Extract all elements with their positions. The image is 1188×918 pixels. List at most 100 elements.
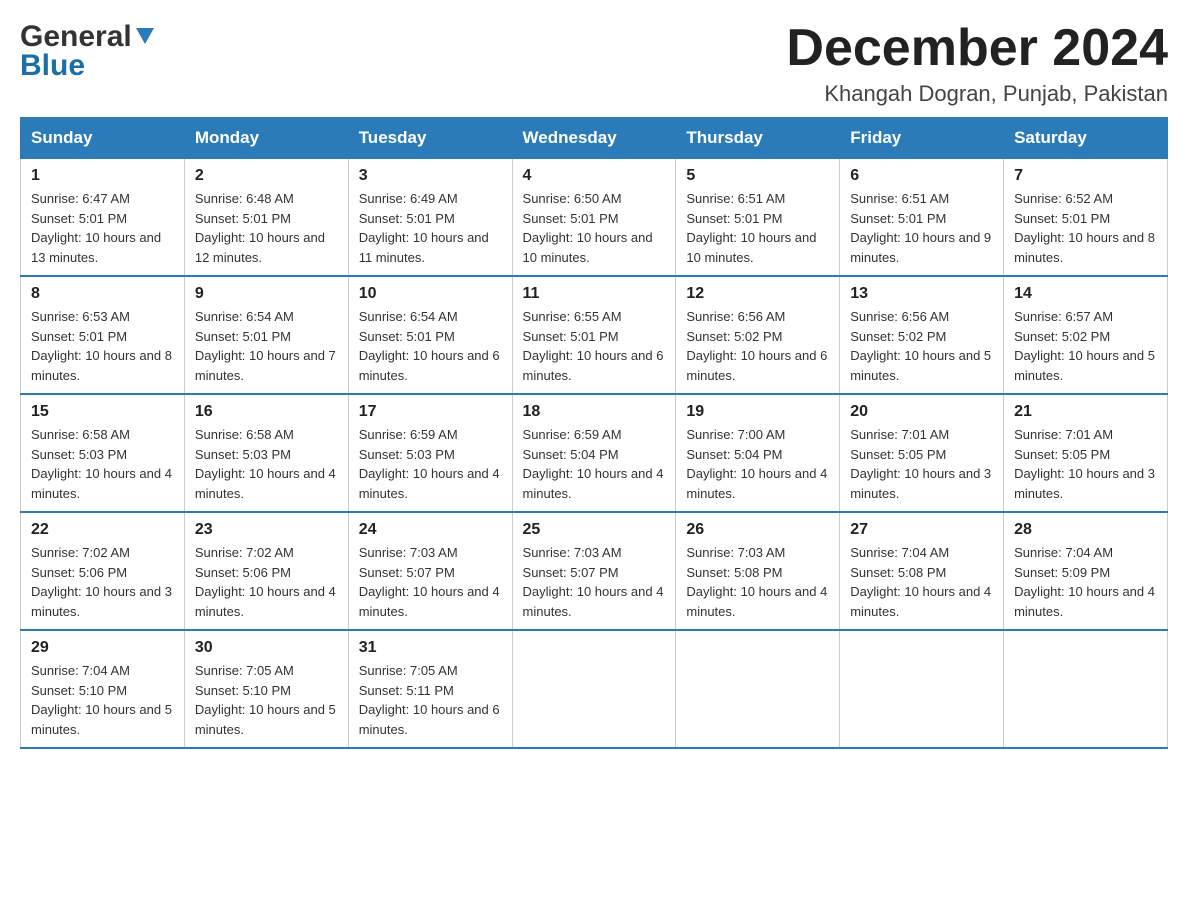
day-info: Sunrise: 6:48 AM Sunset: 5:01 PM Dayligh… xyxy=(195,189,338,267)
day-number: 31 xyxy=(359,639,502,657)
header-saturday: Saturday xyxy=(1004,118,1168,159)
title-block: December 2024 Khangah Dogran, Punjab, Pa… xyxy=(786,20,1168,107)
day-number: 30 xyxy=(195,639,338,657)
day-info: Sunrise: 6:53 AM Sunset: 5:01 PM Dayligh… xyxy=(31,307,174,385)
day-info: Sunrise: 6:57 AM Sunset: 5:02 PM Dayligh… xyxy=(1014,307,1157,385)
calendar-week-row: 1 Sunrise: 6:47 AM Sunset: 5:01 PM Dayli… xyxy=(21,159,1168,277)
day-info: Sunrise: 6:54 AM Sunset: 5:01 PM Dayligh… xyxy=(359,307,502,385)
calendar-cell: 30 Sunrise: 7:05 AM Sunset: 5:10 PM Dayl… xyxy=(184,630,348,748)
header-sunday: Sunday xyxy=(21,118,185,159)
day-info: Sunrise: 7:04 AM Sunset: 5:09 PM Dayligh… xyxy=(1014,543,1157,621)
calendar-cell: 5 Sunrise: 6:51 AM Sunset: 5:01 PM Dayli… xyxy=(676,159,840,277)
day-number: 27 xyxy=(850,521,993,539)
day-info: Sunrise: 6:56 AM Sunset: 5:02 PM Dayligh… xyxy=(850,307,993,385)
calendar-cell xyxy=(840,630,1004,748)
day-number: 23 xyxy=(195,521,338,539)
calendar-week-row: 22 Sunrise: 7:02 AM Sunset: 5:06 PM Dayl… xyxy=(21,512,1168,630)
day-info: Sunrise: 6:59 AM Sunset: 5:03 PM Dayligh… xyxy=(359,425,502,503)
day-number: 17 xyxy=(359,403,502,421)
calendar-cell xyxy=(512,630,676,748)
day-number: 25 xyxy=(523,521,666,539)
day-info: Sunrise: 7:02 AM Sunset: 5:06 PM Dayligh… xyxy=(195,543,338,621)
day-info: Sunrise: 6:59 AM Sunset: 5:04 PM Dayligh… xyxy=(523,425,666,503)
day-number: 3 xyxy=(359,167,502,185)
day-info: Sunrise: 6:56 AM Sunset: 5:02 PM Dayligh… xyxy=(686,307,829,385)
calendar-cell: 28 Sunrise: 7:04 AM Sunset: 5:09 PM Dayl… xyxy=(1004,512,1168,630)
calendar-cell: 17 Sunrise: 6:59 AM Sunset: 5:03 PM Dayl… xyxy=(348,394,512,512)
day-info: Sunrise: 7:03 AM Sunset: 5:07 PM Dayligh… xyxy=(359,543,502,621)
calendar-cell: 25 Sunrise: 7:03 AM Sunset: 5:07 PM Dayl… xyxy=(512,512,676,630)
calendar-cell: 19 Sunrise: 7:00 AM Sunset: 5:04 PM Dayl… xyxy=(676,394,840,512)
calendar-body: 1 Sunrise: 6:47 AM Sunset: 5:01 PM Dayli… xyxy=(21,159,1168,749)
calendar-cell: 4 Sunrise: 6:50 AM Sunset: 5:01 PM Dayli… xyxy=(512,159,676,277)
header-monday: Monday xyxy=(184,118,348,159)
day-info: Sunrise: 6:49 AM Sunset: 5:01 PM Dayligh… xyxy=(359,189,502,267)
calendar-cell: 24 Sunrise: 7:03 AM Sunset: 5:07 PM Dayl… xyxy=(348,512,512,630)
day-info: Sunrise: 6:47 AM Sunset: 5:01 PM Dayligh… xyxy=(31,189,174,267)
calendar-week-row: 29 Sunrise: 7:04 AM Sunset: 5:10 PM Dayl… xyxy=(21,630,1168,748)
day-info: Sunrise: 7:05 AM Sunset: 5:10 PM Dayligh… xyxy=(195,661,338,739)
day-number: 13 xyxy=(850,285,993,303)
calendar-cell: 8 Sunrise: 6:53 AM Sunset: 5:01 PM Dayli… xyxy=(21,276,185,394)
calendar-table: Sunday Monday Tuesday Wednesday Thursday… xyxy=(20,117,1168,749)
day-info: Sunrise: 6:55 AM Sunset: 5:01 PM Dayligh… xyxy=(523,307,666,385)
day-info: Sunrise: 7:02 AM Sunset: 5:06 PM Dayligh… xyxy=(31,543,174,621)
day-number: 28 xyxy=(1014,521,1157,539)
calendar-cell: 22 Sunrise: 7:02 AM Sunset: 5:06 PM Dayl… xyxy=(21,512,185,630)
calendar-cell xyxy=(676,630,840,748)
calendar-cell: 12 Sunrise: 6:56 AM Sunset: 5:02 PM Dayl… xyxy=(676,276,840,394)
header-thursday: Thursday xyxy=(676,118,840,159)
header-tuesday: Tuesday xyxy=(348,118,512,159)
calendar-cell: 26 Sunrise: 7:03 AM Sunset: 5:08 PM Dayl… xyxy=(676,512,840,630)
day-number: 14 xyxy=(1014,285,1157,303)
day-info: Sunrise: 7:04 AM Sunset: 5:08 PM Dayligh… xyxy=(850,543,993,621)
day-number: 16 xyxy=(195,403,338,421)
month-title: December 2024 xyxy=(786,20,1168,77)
day-number: 11 xyxy=(523,285,666,303)
calendar-cell: 1 Sunrise: 6:47 AM Sunset: 5:01 PM Dayli… xyxy=(21,159,185,277)
day-info: Sunrise: 6:52 AM Sunset: 5:01 PM Dayligh… xyxy=(1014,189,1157,267)
calendar-cell: 20 Sunrise: 7:01 AM Sunset: 5:05 PM Dayl… xyxy=(840,394,1004,512)
calendar-cell: 10 Sunrise: 6:54 AM Sunset: 5:01 PM Dayl… xyxy=(348,276,512,394)
day-number: 18 xyxy=(523,403,666,421)
day-info: Sunrise: 7:04 AM Sunset: 5:10 PM Dayligh… xyxy=(31,661,174,739)
calendar-week-row: 15 Sunrise: 6:58 AM Sunset: 5:03 PM Dayl… xyxy=(21,394,1168,512)
calendar-week-row: 8 Sunrise: 6:53 AM Sunset: 5:01 PM Dayli… xyxy=(21,276,1168,394)
calendar-cell: 21 Sunrise: 7:01 AM Sunset: 5:05 PM Dayl… xyxy=(1004,394,1168,512)
calendar-cell: 31 Sunrise: 7:05 AM Sunset: 5:11 PM Dayl… xyxy=(348,630,512,748)
day-number: 10 xyxy=(359,285,502,303)
day-number: 5 xyxy=(686,167,829,185)
day-number: 2 xyxy=(195,167,338,185)
day-number: 26 xyxy=(686,521,829,539)
calendar-cell: 3 Sunrise: 6:49 AM Sunset: 5:01 PM Dayli… xyxy=(348,159,512,277)
day-number: 29 xyxy=(31,639,174,657)
calendar-cell: 18 Sunrise: 6:59 AM Sunset: 5:04 PM Dayl… xyxy=(512,394,676,512)
logo: General Blue xyxy=(20,20,156,83)
weekday-header-row: Sunday Monday Tuesday Wednesday Thursday… xyxy=(21,118,1168,159)
day-info: Sunrise: 7:01 AM Sunset: 5:05 PM Dayligh… xyxy=(1014,425,1157,503)
calendar-cell: 29 Sunrise: 7:04 AM Sunset: 5:10 PM Dayl… xyxy=(21,630,185,748)
day-number: 22 xyxy=(31,521,174,539)
header-friday: Friday xyxy=(840,118,1004,159)
day-number: 6 xyxy=(850,167,993,185)
calendar-cell: 7 Sunrise: 6:52 AM Sunset: 5:01 PM Dayli… xyxy=(1004,159,1168,277)
calendar-cell: 27 Sunrise: 7:04 AM Sunset: 5:08 PM Dayl… xyxy=(840,512,1004,630)
day-info: Sunrise: 6:51 AM Sunset: 5:01 PM Dayligh… xyxy=(686,189,829,267)
day-info: Sunrise: 6:54 AM Sunset: 5:01 PM Dayligh… xyxy=(195,307,338,385)
day-info: Sunrise: 7:03 AM Sunset: 5:07 PM Dayligh… xyxy=(523,543,666,621)
day-number: 20 xyxy=(850,403,993,421)
day-number: 21 xyxy=(1014,403,1157,421)
day-number: 24 xyxy=(359,521,502,539)
logo-blue-text: Blue xyxy=(20,49,85,83)
day-number: 12 xyxy=(686,285,829,303)
header-wednesday: Wednesday xyxy=(512,118,676,159)
calendar-cell: 2 Sunrise: 6:48 AM Sunset: 5:01 PM Dayli… xyxy=(184,159,348,277)
day-info: Sunrise: 7:05 AM Sunset: 5:11 PM Dayligh… xyxy=(359,661,502,739)
day-number: 9 xyxy=(195,285,338,303)
page-header: General Blue December 2024 Khangah Dogra… xyxy=(20,20,1168,107)
calendar-cell: 6 Sunrise: 6:51 AM Sunset: 5:01 PM Dayli… xyxy=(840,159,1004,277)
day-number: 8 xyxy=(31,285,174,303)
day-info: Sunrise: 6:58 AM Sunset: 5:03 PM Dayligh… xyxy=(31,425,174,503)
day-info: Sunrise: 7:03 AM Sunset: 5:08 PM Dayligh… xyxy=(686,543,829,621)
calendar-cell: 16 Sunrise: 6:58 AM Sunset: 5:03 PM Dayl… xyxy=(184,394,348,512)
